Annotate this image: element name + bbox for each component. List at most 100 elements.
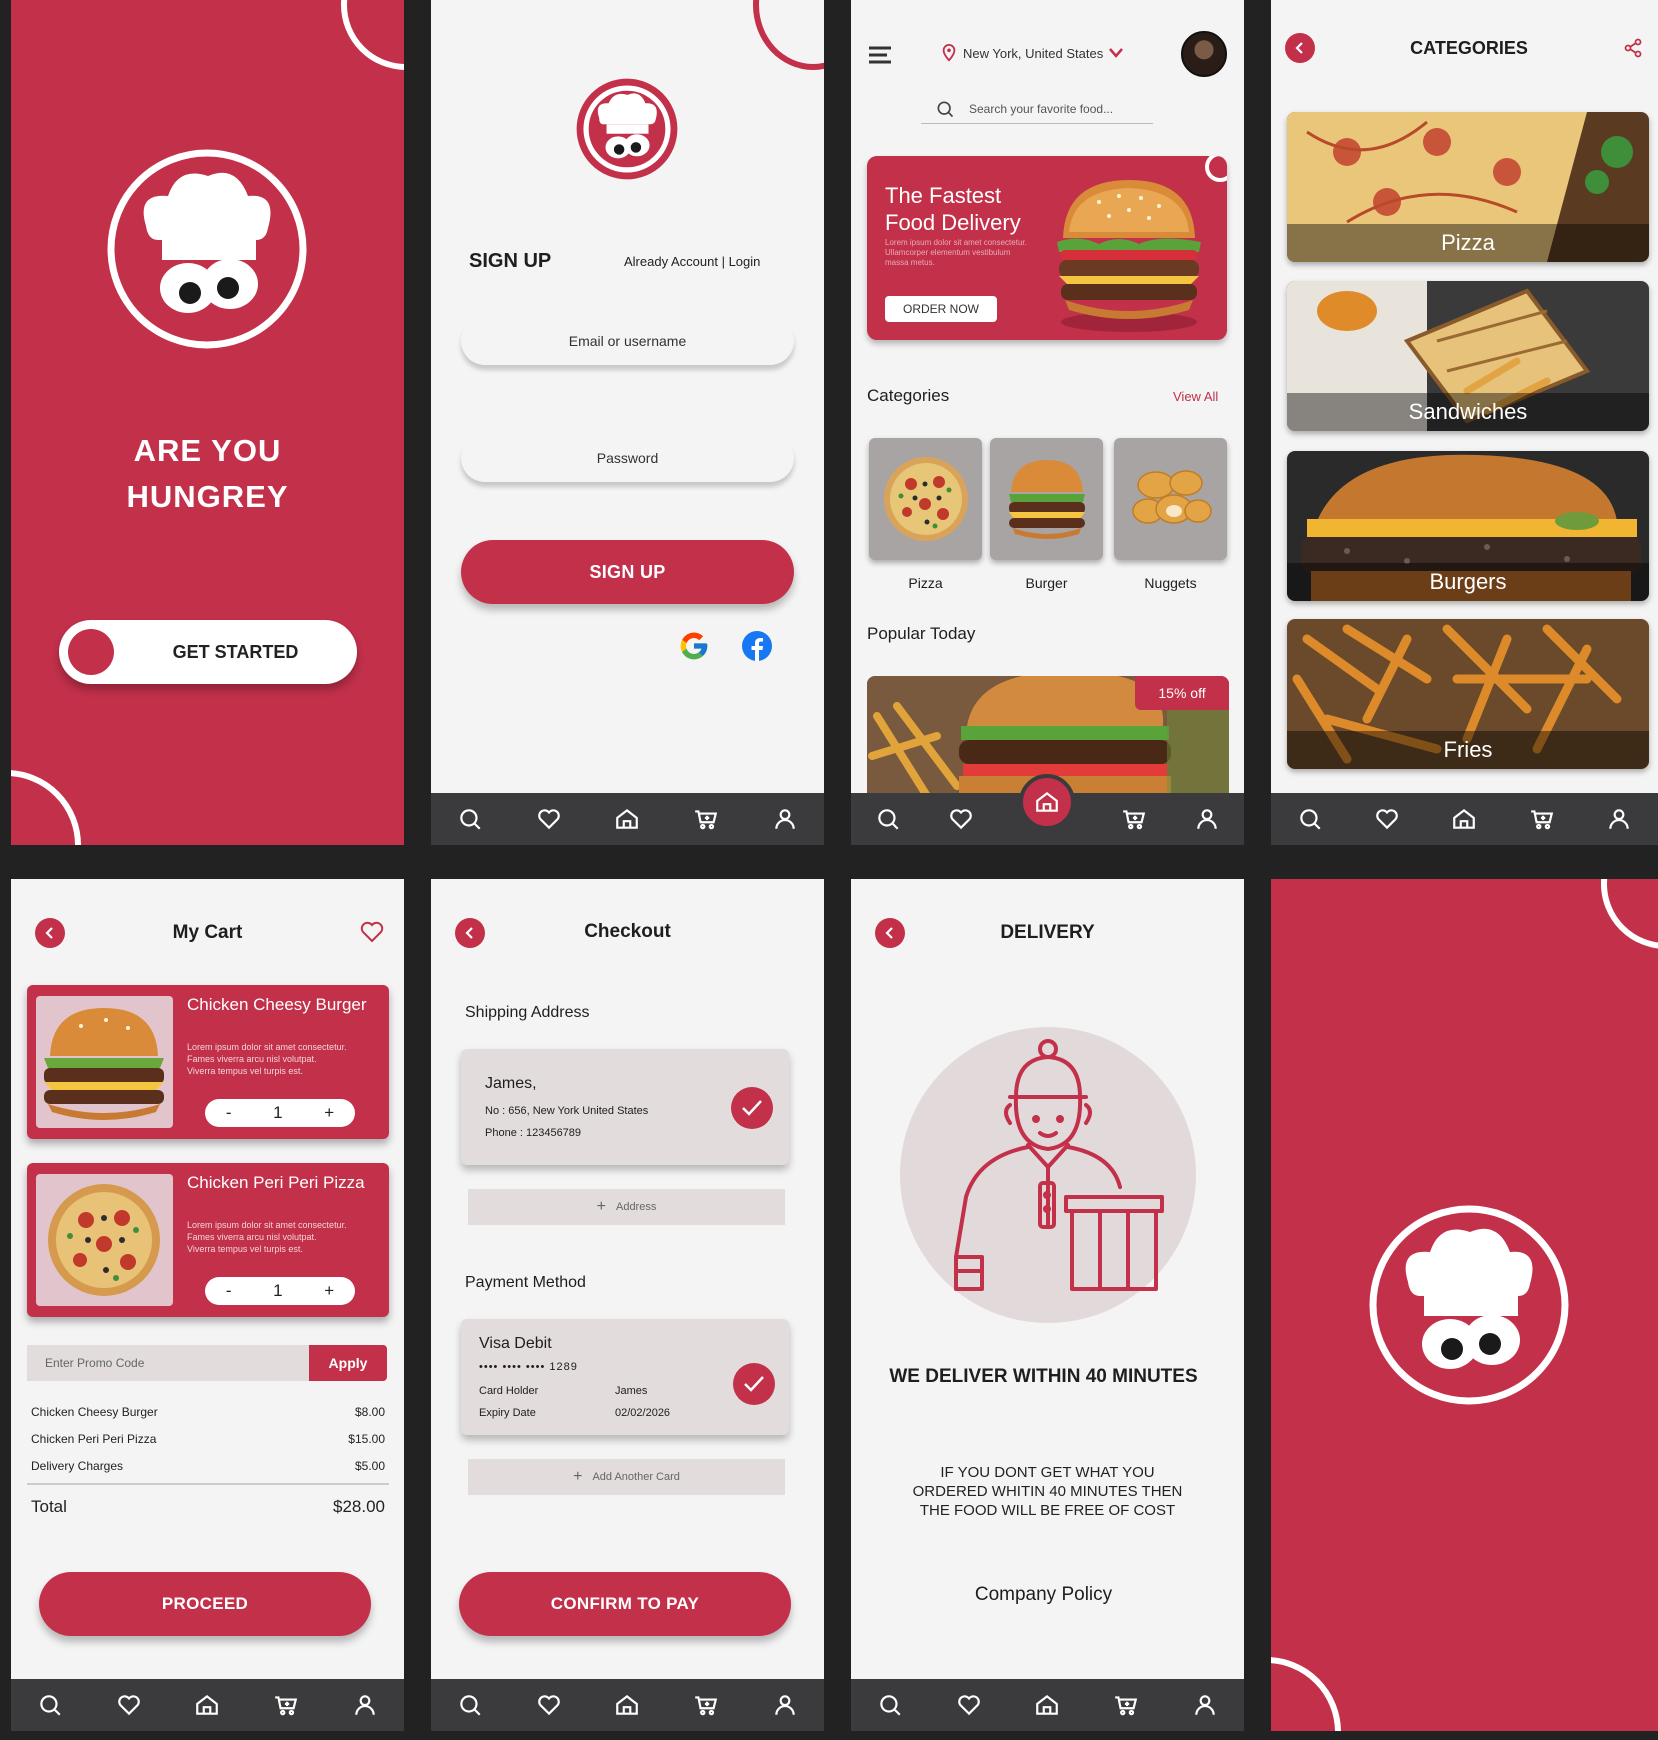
card-type: Visa Debit — [479, 1335, 552, 1352]
search-icon[interactable] — [1295, 804, 1325, 834]
category-card-burgers[interactable]: Burgers — [1287, 451, 1649, 601]
home-icon[interactable] — [1032, 1690, 1062, 1720]
facebook-icon[interactable] — [741, 630, 773, 662]
location-selector[interactable]: New York, United States — [941, 44, 1124, 62]
home-icon[interactable] — [612, 804, 642, 834]
payment-card[interactable]: Visa Debit •••• •••• •••• 1289 Card Hold… — [461, 1319, 789, 1435]
get-started-label: GET STARTED — [172, 641, 299, 662]
selected-check-icon[interactable] — [733, 1363, 775, 1405]
category-label: Burger — [1025, 575, 1068, 591]
heart-icon[interactable] — [114, 1690, 144, 1720]
user-icon[interactable] — [1190, 1690, 1220, 1720]
category-nuggets[interactable] — [1114, 438, 1227, 560]
cart-icon[interactable] — [1111, 1690, 1141, 1720]
user-icon[interactable] — [770, 804, 800, 834]
add-address-button[interactable]: + Address — [468, 1189, 785, 1225]
avatar[interactable] — [1181, 31, 1227, 77]
cart-icon[interactable] — [1527, 804, 1557, 834]
item-name: Chicken Peri Peri Pizza — [187, 1173, 365, 1192]
search-placeholder: Search your favorite food... — [969, 101, 1114, 116]
shipping-heading: Shipping Address — [465, 1004, 590, 1021]
splash-screen: ARE YOU HUNGREY GET STARTED — [11, 0, 404, 845]
cart-icon[interactable] — [1119, 804, 1149, 834]
home-icon[interactable] — [1019, 774, 1076, 830]
category-pizza[interactable] — [869, 438, 982, 560]
user-icon[interactable] — [350, 1690, 380, 1720]
heart-icon[interactable] — [1372, 804, 1402, 834]
search-icon[interactable] — [875, 1690, 905, 1720]
signup-button[interactable]: SIGN UP — [461, 540, 794, 604]
chef-logo-icon — [1369, 1205, 1569, 1405]
plus-icon: + — [596, 1198, 606, 1215]
heart-icon[interactable] — [534, 1690, 564, 1720]
search-icon[interactable] — [35, 1690, 65, 1720]
delivery-note: IF YOU DONT GET WHAT YOU ORDERED WHITIN … — [912, 1464, 1183, 1519]
banner-title: The Fastest Food Delivery — [885, 183, 1021, 235]
category-card-pizza[interactable]: Pizza — [1287, 112, 1649, 262]
category-card-sandwiches[interactable]: Sandwiches — [1287, 281, 1649, 431]
heart-icon[interactable] — [360, 921, 384, 943]
cart-icon[interactable] — [691, 1690, 721, 1720]
promo-banner[interactable]: The Fastest Food Delivery Lorem ipsum do… — [867, 156, 1227, 340]
user-icon[interactable] — [770, 1690, 800, 1720]
address-card[interactable]: James, No : 656, New York United States … — [461, 1049, 789, 1165]
cart-icon[interactable] — [271, 1690, 301, 1720]
search-bar[interactable]: Search your favorite food... — [921, 94, 1153, 124]
view-all-link[interactable]: View All — [1173, 389, 1218, 404]
search-icon[interactable] — [455, 1690, 485, 1720]
menu-icon[interactable] — [867, 44, 895, 66]
home-icon[interactable] — [612, 1690, 642, 1720]
category-card-fries[interactable]: Fries — [1287, 619, 1649, 769]
decrease-button[interactable]: - — [226, 1281, 232, 1301]
password-field[interactable]: Password — [461, 434, 794, 482]
user-icon[interactable] — [1604, 804, 1634, 834]
categories-screen: CATEGORIES Pizza Sandwiches Burgers Frie… — [1271, 0, 1658, 845]
delivery-headline: WE DELIVER WITHIN 40 MINUTES — [889, 1366, 1198, 1387]
company-policy-link[interactable]: Company Policy — [851, 1584, 1236, 1606]
get-started-button[interactable]: GET STARTED — [59, 620, 357, 684]
item-desc: Lorem ipsum dolor sit amet consectetur. … — [187, 1220, 347, 1254]
search-icon[interactable] — [455, 804, 485, 834]
heart-icon[interactable] — [534, 804, 564, 834]
login-link[interactable]: Login — [729, 254, 761, 269]
card-holder-value: James — [615, 1385, 648, 1397]
location-text: New York, United States — [963, 45, 1104, 61]
apply-button[interactable]: Apply — [309, 1345, 387, 1381]
slider-knob[interactable] — [68, 629, 114, 675]
popular-heading: Popular Today — [867, 624, 976, 643]
promo-code-input[interactable]: Enter Promo Code — [27, 1345, 309, 1381]
cart-icon[interactable] — [691, 804, 721, 834]
delivery-man-illustration — [900, 1027, 1196, 1323]
category-label: Burgers — [1287, 563, 1649, 601]
category-burger[interactable] — [990, 438, 1103, 560]
payment-heading: Payment Method — [465, 1274, 586, 1291]
bottom-navbar — [431, 793, 824, 845]
proceed-button[interactable]: PROCEED — [39, 1572, 371, 1636]
home-icon[interactable] — [1449, 804, 1479, 834]
order-now-button[interactable]: ORDER NOW — [885, 296, 997, 322]
confirm-pay-button[interactable]: CONFIRM TO PAY — [459, 1572, 791, 1636]
heart-icon[interactable] — [954, 1690, 984, 1720]
cart-screen: My Cart Chicken Cheesy Burger Lorem ipsu… — [11, 879, 404, 1731]
categories-heading: Categories — [867, 386, 950, 405]
heart-icon[interactable] — [946, 804, 976, 834]
increase-button[interactable]: + — [324, 1103, 334, 1123]
summary-row: Chicken Peri Peri Pizza $15.00 — [31, 1432, 385, 1446]
decor-circle — [11, 770, 81, 845]
discount-badge: 15% off — [1135, 676, 1229, 710]
selected-check-icon[interactable] — [731, 1087, 773, 1129]
checkout-screen: Checkout Shipping Address James, No : 65… — [431, 879, 824, 1731]
user-icon[interactable] — [1192, 804, 1222, 834]
google-icon[interactable] — [678, 630, 710, 662]
chef-logo-icon — [576, 78, 678, 180]
add-card-button[interactable]: + Add Another Card — [468, 1459, 785, 1495]
total-row: Total $28.00 — [31, 1497, 385, 1516]
page-title: Checkout — [584, 921, 671, 942]
increase-button[interactable]: + — [324, 1281, 334, 1301]
quantity-value: 1 — [273, 1281, 283, 1300]
search-icon[interactable] — [873, 804, 903, 834]
home-icon[interactable] — [192, 1690, 222, 1720]
email-field[interactable]: Email or username — [461, 317, 794, 365]
decrease-button[interactable]: - — [226, 1103, 232, 1123]
share-icon[interactable] — [1623, 38, 1643, 58]
